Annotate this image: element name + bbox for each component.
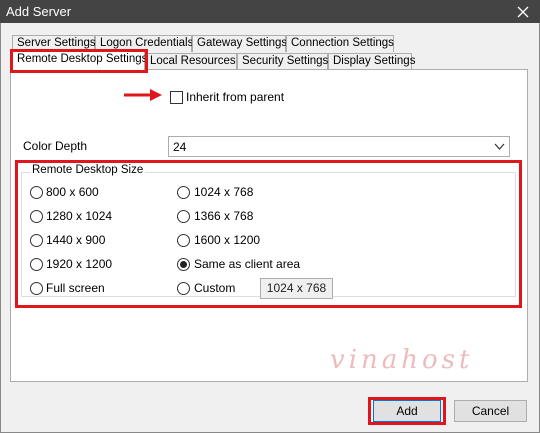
radio-full-screen[interactable]	[30, 282, 43, 295]
chevron-down-icon	[494, 141, 505, 155]
tab-security-settings[interactable]: Security Settings	[237, 53, 328, 70]
color-depth-select[interactable]: 24	[168, 136, 510, 157]
cancel-button[interactable]: Cancel	[454, 400, 527, 422]
tab-logon-credentials[interactable]: Logon Credentials	[95, 35, 194, 52]
radio-1024x768[interactable]	[177, 186, 190, 199]
radio-custom[interactable]	[177, 282, 190, 295]
tab-gateway-settings[interactable]: Gateway Settings	[192, 35, 288, 52]
tab-label: Gateway Settings	[197, 37, 288, 49]
tab-label: Connection Settings	[291, 37, 394, 49]
watermark-logo: vinahost	[330, 345, 474, 375]
radio-label: 1280 x 1024	[46, 209, 113, 223]
tab-display-settings[interactable]: Display Settings	[328, 53, 416, 70]
tab-label: Logon Credentials	[100, 37, 194, 49]
custom-size-field[interactable]: 1024 x 768	[260, 278, 333, 299]
tab-label: Local Resources	[150, 55, 236, 67]
radio-selected-dot	[180, 261, 187, 268]
radio-label: 1600 x 1200	[194, 233, 261, 247]
close-icon[interactable]	[506, 0, 540, 23]
radio-label: Full screen	[46, 281, 105, 295]
radio-1920x1200[interactable]	[30, 258, 43, 271]
radio-label: 1366 x 768	[194, 209, 254, 223]
inherit-checkbox[interactable]	[170, 91, 183, 104]
color-depth-label: Color Depth	[23, 139, 88, 153]
radio-label: 1024 x 768	[194, 185, 254, 199]
tab-label: Display Settings	[333, 55, 416, 67]
window-title: Add Server	[6, 4, 72, 19]
radio-1600x1200[interactable]	[177, 234, 190, 247]
tab-label: Server Settings	[17, 37, 96, 49]
title-bar: Add Server	[0, 0, 540, 23]
add-button[interactable]: Add	[373, 400, 441, 422]
tab-label: Remote Desktop Settings	[17, 53, 148, 65]
remote-desktop-size-title: Remote Desktop Size	[30, 164, 146, 176]
radio-1366x768[interactable]	[177, 210, 190, 223]
radio-label: 800 x 600	[46, 185, 99, 199]
radio-label: 1920 x 1200	[46, 257, 113, 271]
radio-800x600[interactable]	[30, 186, 43, 199]
radio-label: Same as client area	[194, 257, 301, 271]
tab-label: Security Settings	[242, 55, 329, 67]
radio-same-as-client-area[interactable]	[177, 258, 190, 271]
radio-1280x1024[interactable]	[30, 210, 43, 223]
radio-label: Custom	[194, 281, 236, 295]
color-depth-value: 24	[173, 140, 187, 154]
radio-1440x900[interactable]	[30, 234, 43, 247]
tab-local-resources[interactable]: Local Resources	[145, 53, 237, 70]
tab-remote-desktop-settings[interactable]: Remote Desktop Settings	[12, 51, 148, 71]
arrow-right-icon	[124, 89, 162, 101]
tab-server-settings[interactable]: Server Settings	[12, 35, 96, 52]
inherit-label: Inherit from parent	[186, 90, 285, 104]
tab-connection-settings[interactable]: Connection Settings	[286, 35, 394, 52]
radio-label: 1440 x 900	[46, 233, 106, 247]
